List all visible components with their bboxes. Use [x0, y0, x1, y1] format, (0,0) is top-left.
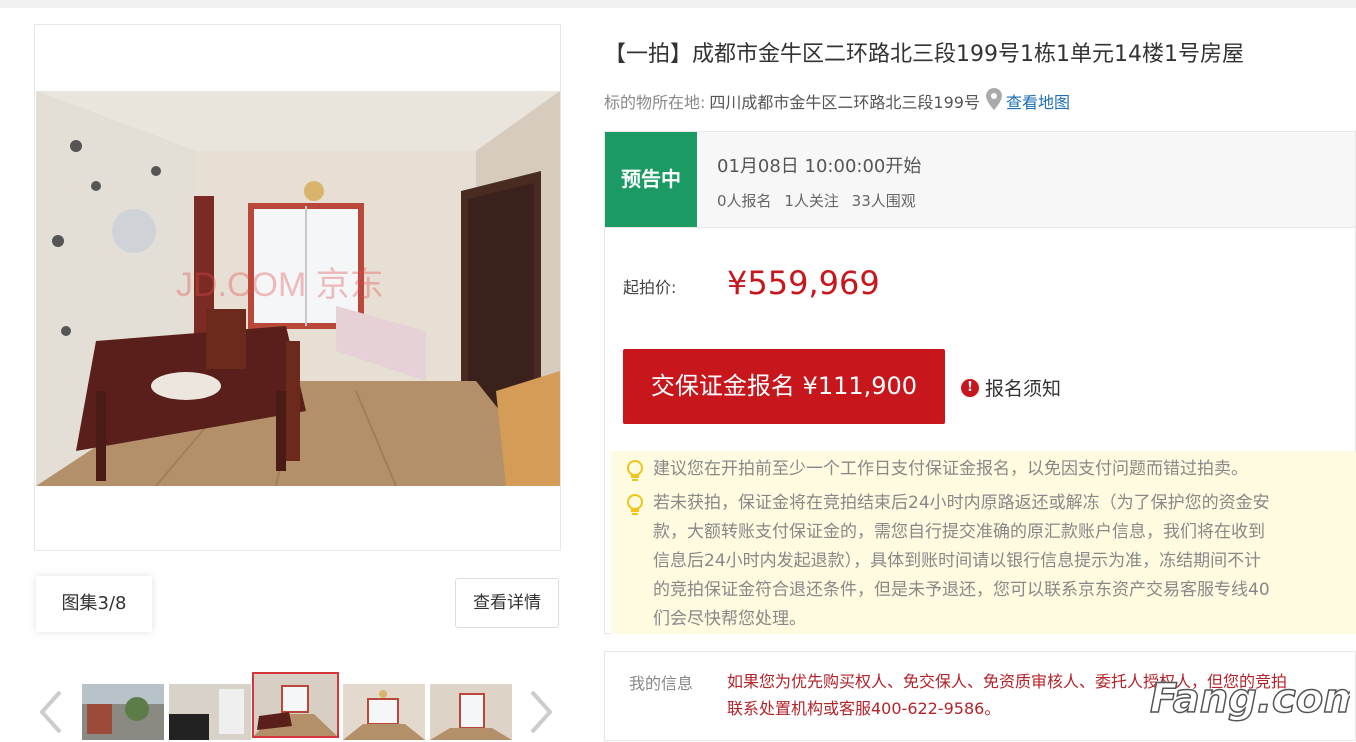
tip-text: 若未获拍，保证金将在竞拍结束后24小时内原路返还或解冻（为了保护您的资金安: [653, 493, 1270, 513]
thumbnail-active[interactable]: [252, 672, 339, 738]
follow-count: 1人关注: [784, 192, 839, 210]
address-label: 标的物所在地:: [604, 93, 706, 112]
price-panel: 起拍价: ¥559,969 交保证金报名 ¥111,900 ! 报名须知 建议您…: [604, 228, 1356, 634]
signup-notice-link[interactable]: ! 报名须知: [961, 374, 1061, 401]
auction-status-panel: 预告中 01月08日 10:00:00开始 0人报名 1人关注 33人围观: [604, 131, 1356, 228]
thumbnail[interactable]: [82, 684, 164, 740]
main-image-frame: JD.COM 京东: [34, 24, 561, 551]
thumbnail[interactable]: [343, 684, 425, 740]
tip-text: 信息后24小时内发起退款），具体到账时间请以银行信息提示为准，冻结期间不计: [653, 551, 1262, 571]
tip-item: 建议您在开拍前至少一个工作日支付保证金报名，以免因支付问题而错过拍卖。: [625, 455, 1248, 493]
fang-watermark-logo: Fang.com: [1140, 660, 1356, 732]
listing-title: 【一拍】成都市金牛区二环路北三段199号1栋1单元14楼1号房屋: [604, 42, 1244, 67]
view-count: 33人围观: [851, 192, 916, 210]
lightbulb-icon: [625, 455, 653, 493]
tip-text: 的竞拍保证金符合退还条件，但是未予退还，您可以联系京东资产交易客服专线40: [653, 580, 1270, 600]
view-map-link[interactable]: 查看地图: [1006, 89, 1070, 113]
thumbnail[interactable]: [430, 684, 512, 740]
auction-stats: 0人报名 1人关注 33人围观: [717, 190, 924, 211]
tip-text: 们会尽快帮您处理。: [653, 609, 806, 629]
start-time: 01月08日 10:00:00开始: [717, 156, 922, 177]
fang-watermark-text: Fang.com: [1150, 676, 1350, 722]
top-bar: [0, 0, 1356, 8]
gallery-count: 图集3/8: [36, 576, 152, 632]
starting-price-label: 起拍价:: [623, 278, 677, 297]
thumbnail[interactable]: [169, 684, 251, 740]
starting-price-value: ¥559,969: [727, 264, 880, 302]
main-photo[interactable]: JD.COM 京东: [36, 91, 560, 486]
address-value: 四川成都市金牛区二环路北三段199号: [709, 93, 980, 112]
thumbnail-strip: [30, 668, 570, 740]
signup-count: 0人报名: [717, 192, 772, 210]
lightbulb-icon: [625, 489, 653, 634]
map-pin-icon: [985, 88, 1002, 114]
pay-deposit-button[interactable]: 交保证金报名 ¥111,900: [623, 349, 945, 424]
address-row: 标的物所在地: 四川成都市金牛区二环路北三段199号 查看地图: [604, 88, 1070, 114]
tip-paragraph: 若未获拍，保证金将在竞拍结束后24小时内原路返还或解冻（为了保护您的资金安 款，…: [653, 489, 1270, 634]
next-arrow-icon[interactable]: [526, 686, 556, 738]
tip-item: 若未获拍，保证金将在竞拍结束后24小时内原路返还或解冻（为了保护您的资金安 款，…: [625, 489, 1270, 634]
tip-text: 款，大额转账支付保证金的，需您自行提交准确的原汇款账户信息，我们将在收到: [653, 522, 1265, 542]
tip-text: 建议您在开拍前至少一个工作日支付保证金报名，以免因支付问题而错过拍卖。: [653, 459, 1248, 479]
status-badge: 预告中: [605, 132, 697, 227]
alert-icon: !: [961, 378, 979, 397]
view-details-button[interactable]: 查看详情: [455, 578, 559, 628]
prev-arrow-icon[interactable]: [36, 686, 66, 738]
my-info-label: 我的信息: [629, 674, 694, 693]
notice-label: 报名须知: [985, 378, 1062, 400]
tips-panel: 建议您在开拍前至少一个工作日支付保证金报名，以免因支付问题而错过拍卖。 若未获拍…: [611, 451, 1356, 634]
jd-watermark: JD.COM 京东: [176, 266, 384, 304]
